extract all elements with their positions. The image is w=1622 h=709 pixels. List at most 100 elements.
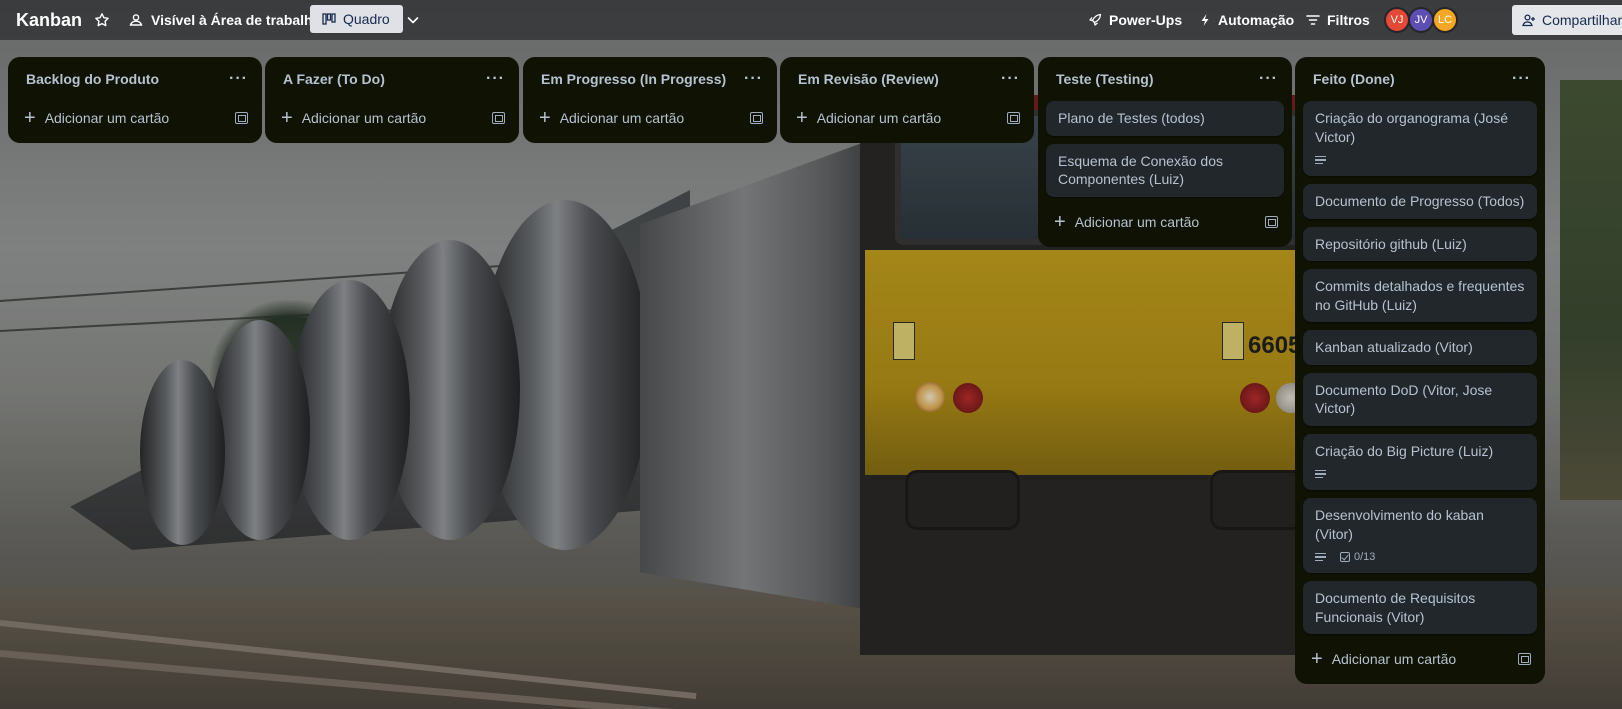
card[interactable]: Documento de Requisitos Funcionais (Vito…	[1303, 581, 1537, 634]
views-dropdown-button[interactable]	[406, 6, 420, 34]
workspace-icon	[129, 14, 143, 26]
powerups-button[interactable]: Power-Ups	[1088, 6, 1182, 34]
rocket-icon	[1089, 13, 1102, 26]
board-header: Kanban Visível à Área de trabalho Quadro…	[0, 0, 1622, 40]
list-menu-icon[interactable]: ···	[486, 70, 505, 88]
list-menu-icon[interactable]: ···	[1001, 70, 1020, 88]
add-card-button[interactable]: + Adicionar um cartão	[281, 107, 426, 129]
list-menu-icon[interactable]: ···	[1512, 70, 1531, 88]
card[interactable]: Documento DoD (Vitor, Jose Victor)	[1303, 372, 1537, 426]
create-from-template-icon[interactable]	[750, 112, 763, 124]
share-label: Compartilhar	[1542, 12, 1622, 28]
card[interactable]: Commits detalhados e frequentes no GitHu…	[1303, 269, 1537, 322]
card-title: Plano de Testes (todos)	[1058, 110, 1205, 126]
card[interactable]: Desenvolvimento do kaban (Vitor) 0/13	[1303, 498, 1537, 573]
list[interactable]: Em Revisão (Review) ··· + Adicionar um cart…	[780, 57, 1034, 143]
plus-icon: +	[796, 107, 808, 129]
card-title: Documento DoD (Vitor, Jose Victor)	[1315, 381, 1493, 417]
card-title: Criação do organograma (José Victor)	[1315, 110, 1508, 145]
card-title: Commits detalhados e frequentes no GitHu…	[1315, 278, 1525, 313]
create-from-template-icon[interactable]	[492, 112, 505, 124]
share-button[interactable]: Compartilhar	[1512, 5, 1622, 35]
card[interactable]: Repositório github (Luiz)	[1303, 226, 1537, 261]
automation-label: Automação	[1218, 12, 1295, 28]
checklist-badge: 0/13	[1340, 548, 1375, 567]
card-title: Desenvolvimento do kaban (Vitor)	[1315, 507, 1484, 542]
add-card-button[interactable]: + Adicionar um cartão	[1311, 648, 1457, 670]
list-menu-icon[interactable]: ···	[744, 70, 763, 88]
add-card-button[interactable]: + Adicionar um cartão	[796, 107, 942, 129]
add-card-label: Adicionar um cartão	[1074, 213, 1200, 230]
list-title[interactable]: Feito (Done)	[1313, 71, 1395, 87]
card[interactable]: Criação do organograma (José Victor)	[1303, 101, 1537, 176]
board-view-button[interactable]: Quadro	[310, 5, 403, 33]
list[interactable]: A Fazer (To Do) ··· + Adicionar um cartão	[265, 57, 519, 143]
add-card-button[interactable]: + Adicionar um cartão	[1054, 210, 1200, 233]
plus-icon: +	[1311, 648, 1323, 670]
card-title: Repositório github (Luiz)	[1315, 235, 1467, 252]
create-from-template-icon[interactable]	[1265, 215, 1278, 228]
plus-icon: +	[539, 107, 551, 129]
description-icon	[1315, 155, 1326, 165]
list-header: Backlog do Produto ···	[8, 57, 262, 101]
list-header: Em Progresso (In Progress) ···	[523, 57, 777, 101]
add-card-row: + Adicionar um cartão	[523, 101, 777, 135]
add-card-row: + Adicionar um cartão	[1295, 642, 1545, 676]
description-icon	[1315, 552, 1326, 562]
list[interactable]: Em Progresso (In Progress) ··· + Adicionar …	[523, 57, 777, 143]
list-menu-icon[interactable]: ···	[229, 70, 248, 88]
lightning-icon	[1201, 14, 1209, 26]
card-list: Plano de Testes (todos) Esquema de Conexã…	[1038, 101, 1292, 197]
card-title: Documento de Requisitos Funcionais (Vito…	[1315, 590, 1476, 625]
member-avatar-vj[interactable]: VJ	[1384, 7, 1410, 33]
star-button[interactable]	[94, 6, 110, 34]
plus-icon: +	[281, 107, 293, 129]
card-title: Documento de Progresso (Todos)	[1315, 193, 1525, 209]
list-menu-icon[interactable]: ···	[1259, 70, 1278, 88]
list[interactable]: Teste (Testing) ··· Plano de Testes (todos…	[1038, 57, 1292, 247]
list-title[interactable]: Backlog do Produto	[26, 71, 159, 87]
chevron-down-icon	[407, 17, 419, 24]
card[interactable]: Criação do Big Picture (Luiz)	[1303, 433, 1537, 490]
card[interactable]: Esquema de Conexão dos Componentes (Luiz…	[1046, 143, 1284, 197]
member-avatar-jv[interactable]: JV	[1408, 7, 1434, 33]
add-card-label: Adicionar um cartão	[559, 110, 685, 126]
filter-icon	[1306, 15, 1320, 25]
checklist-count: 0/13	[1354, 550, 1376, 563]
add-card-row: + Adicionar um cartão	[8, 101, 262, 135]
add-card-label: Adicionar um cartão	[1331, 651, 1457, 667]
plus-icon: +	[1054, 210, 1066, 233]
visibility-label: Visível à Área de trabalho	[151, 12, 322, 28]
list-header: Em Revisão (Review) ···	[780, 57, 1034, 101]
add-card-button[interactable]: + Adicionar um cartão	[539, 107, 685, 129]
card-title: Criação do Big Picture (Luiz)	[1315, 442, 1494, 459]
add-card-label: Adicionar um cartão	[816, 110, 942, 126]
list[interactable]: Feito (Done) ··· Criação do organograma (J…	[1295, 57, 1545, 684]
list-title[interactable]: Em Revisão (Review)	[798, 71, 939, 87]
create-from-template-icon[interactable]	[1518, 653, 1531, 665]
visibility-button[interactable]: Visível à Área de trabalho	[128, 6, 321, 34]
card[interactable]: Plano de Testes (todos)	[1046, 101, 1284, 136]
list-header: Feito (Done) ···	[1295, 57, 1545, 101]
create-from-template-icon[interactable]	[1007, 112, 1020, 124]
add-card-row: + Adicionar um cartão	[1038, 205, 1292, 239]
list[interactable]: Backlog do Produto ··· + Adicionar um cartã…	[8, 57, 262, 143]
card[interactable]: Documento de Progresso (Todos)	[1303, 184, 1537, 219]
list-title[interactable]: A Fazer (To Do)	[283, 71, 385, 87]
member-avatar-lc[interactable]: LC	[1432, 7, 1458, 33]
card[interactable]: Kanban atualizado (Vitor)	[1303, 330, 1537, 365]
card-title: Kanban atualizado (Vitor)	[1315, 339, 1473, 355]
list-title[interactable]: Em Progresso (In Progress)	[541, 71, 726, 87]
create-from-template-icon[interactable]	[235, 112, 248, 124]
filters-label: Filtros	[1327, 12, 1370, 28]
board-title[interactable]: Kanban	[16, 10, 82, 31]
card-badges	[1315, 152, 1525, 168]
add-card-button[interactable]: + Adicionar um cartão	[24, 108, 170, 128]
automation-button[interactable]: Automação	[1199, 6, 1294, 34]
filters-button[interactable]: Filtros	[1306, 6, 1370, 34]
card-list: Criação do organograma (José Victor) Docu…	[1295, 101, 1545, 634]
add-card-label: Adicionar um cartão	[44, 110, 170, 126]
card-badges: 0/13	[1315, 549, 1525, 565]
card-title: Esquema de Conexão dos Componentes (Luiz…	[1058, 152, 1223, 188]
list-title[interactable]: Teste (Testing)	[1056, 71, 1154, 87]
